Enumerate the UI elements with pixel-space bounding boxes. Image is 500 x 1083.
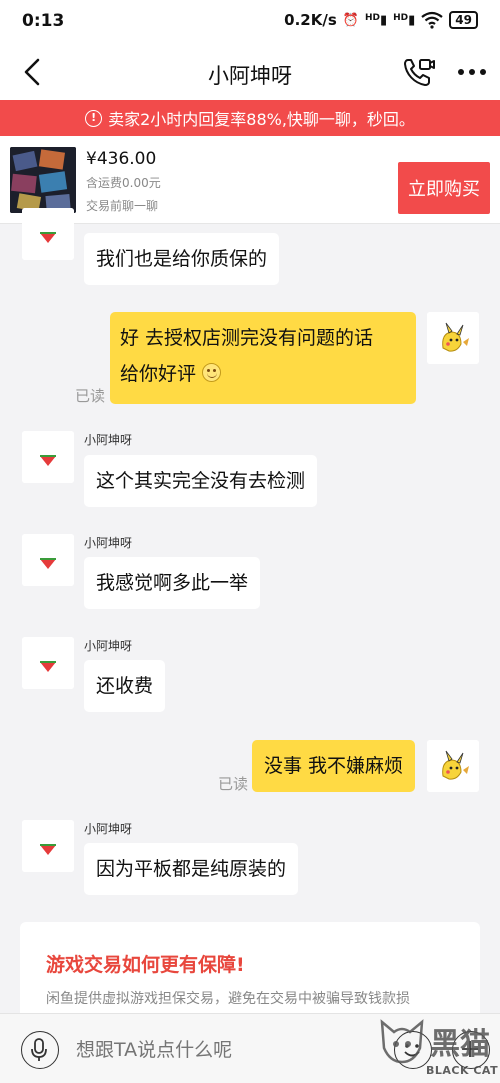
seller-avatar[interactable] (22, 431, 74, 483)
phone-video-icon[interactable] (402, 56, 436, 88)
message-bubble[interactable]: 我感觉啊多此一举 (84, 557, 261, 609)
microphone-icon[interactable] (21, 1031, 59, 1069)
message-bubble[interactable]: 这个其实完全没有去检测 (84, 455, 318, 507)
seller-avatar[interactable] (22, 534, 74, 586)
read-status: 已读 (75, 387, 106, 405)
shipping-fee: 含运费0.00元 (86, 176, 161, 190)
smiley-icon (202, 363, 222, 382)
guarantee-title: 游戏交易如何更有保障! (46, 954, 245, 976)
message-bubble[interactable]: 我们也是给你质保的 (84, 233, 280, 285)
alarm-icon: ⏰ (342, 12, 359, 28)
wifi-icon (421, 11, 443, 29)
chat-header: 小阿坤呀 (0, 44, 500, 100)
svg-text:黑猫: 黑猫 (430, 1027, 490, 1062)
message-bubble[interactable]: 还收费 (84, 660, 166, 712)
my-avatar[interactable] (427, 740, 479, 792)
message-input[interactable] (76, 1032, 376, 1068)
buy-now-button[interactable]: 立即购买 (398, 162, 490, 214)
battery-indicator: 49 (449, 11, 478, 29)
message-bubble[interactable]: 好 去授权店测完没有问题的话 给你好评 (110, 312, 416, 404)
network-speed: 0.2K/s (284, 11, 337, 29)
status-bar: 0:13 0.2K/s ⏰ HD▮ HD▮ 49 (0, 0, 500, 44)
signal-icon-2: HD▮ (393, 12, 416, 28)
info-icon: ! (85, 109, 103, 127)
sender-name: 小阿坤呀 (84, 433, 133, 447)
seller-avatar[interactable] (22, 208, 74, 260)
banner-text: 卖家2小时内回复率88%,快聊一聊，秒回。 (108, 110, 415, 129)
black-cat-logo-icon: 黑猫 (380, 1019, 490, 1064)
message-line: 好 去授权店测完没有问题的话 (120, 327, 374, 349)
sender-name: 小阿坤呀 (84, 822, 133, 836)
status-icons: 0.2K/s ⏰ HD▮ HD▮ 49 (284, 11, 478, 29)
read-status: 已读 (218, 775, 249, 793)
message-bubble[interactable]: 没事 我不嫌麻烦 (252, 740, 416, 792)
product-thumbnail[interactable] (10, 147, 76, 213)
reply-rate-banner: ! 卖家2小时内回复率88%,快聊一聊，秒回。 (0, 100, 500, 136)
more-dots-icon[interactable] (456, 58, 488, 86)
seller-avatar[interactable] (22, 820, 74, 872)
seller-avatar[interactable] (22, 637, 74, 689)
watermark-text: BLACK CAT (426, 1064, 499, 1077)
my-avatar[interactable] (427, 312, 479, 364)
black-cat-watermark: 黑猫 BLACK CAT (374, 1018, 500, 1083)
signal-icon-1: HD▮ (364, 12, 388, 28)
sender-name: 小阿坤呀 (84, 536, 133, 550)
chat-before-trade-tip: 交易前聊一聊 (86, 199, 159, 213)
message-line: 给你好评 (120, 356, 406, 392)
product-price: ¥436.00 (86, 149, 157, 169)
product-card[interactable]: ¥436.00 含运费0.00元 交易前聊一聊 立即购买 (0, 136, 500, 224)
sender-name: 小阿坤呀 (84, 639, 133, 653)
status-time: 0:13 (22, 11, 65, 31)
guarantee-description: 闲鱼提供虚拟游戏担保交易，避免在交易中被骗导致钱款损 (46, 991, 410, 1007)
message-bubble[interactable]: 因为平板都是纯原装的 (84, 843, 299, 895)
